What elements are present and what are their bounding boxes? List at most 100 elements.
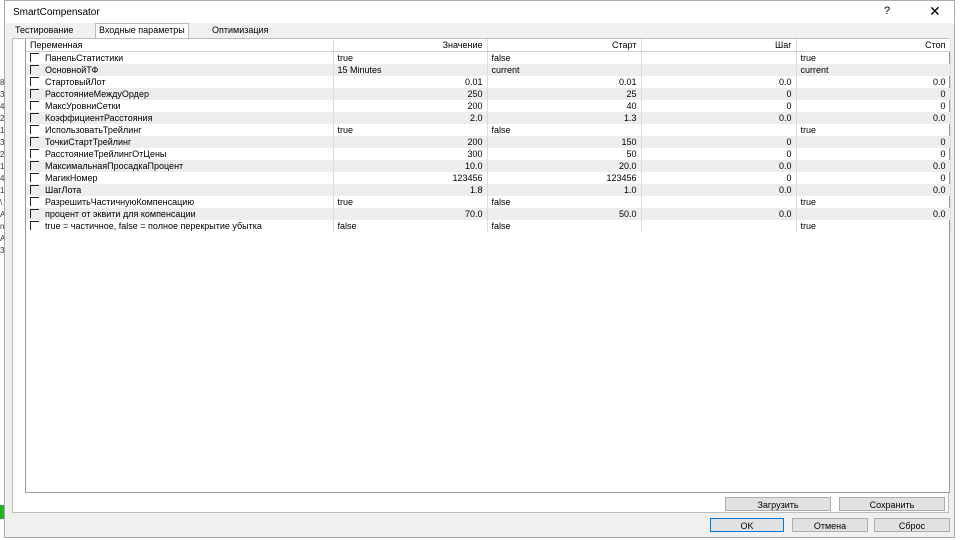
stop-cell[interactable]: 0.0 bbox=[796, 76, 951, 88]
step-cell[interactable]: 0.0 bbox=[641, 112, 797, 124]
value-cell[interactable]: 2.0 bbox=[333, 112, 488, 124]
table-row[interactable]: МаксУровниСетки 200 40 0 0 bbox=[26, 100, 951, 112]
table-row[interactable]: РазрешитьЧастичнуюКомпенсацию true false tr… bbox=[26, 196, 951, 208]
start-cell[interactable]: false bbox=[487, 220, 642, 232]
optimize-checkbox[interactable] bbox=[30, 125, 39, 134]
optimize-checkbox[interactable] bbox=[30, 197, 39, 206]
value-cell[interactable]: 123456 bbox=[333, 172, 488, 184]
start-cell[interactable]: 40 bbox=[487, 100, 642, 112]
value-cell[interactable]: 10.0 bbox=[333, 160, 488, 172]
optimize-checkbox[interactable] bbox=[30, 77, 39, 86]
column-header-variable[interactable]: Переменная bbox=[26, 39, 334, 52]
start-cell[interactable]: 123456 bbox=[487, 172, 642, 184]
tab-input-parameters[interactable]: Входные параметры bbox=[95, 23, 189, 39]
table-row[interactable]: ОсновнойТФ 15 Minutes current current bbox=[26, 64, 951, 76]
stop-cell[interactable]: 0 bbox=[796, 172, 951, 184]
optimize-checkbox[interactable] bbox=[30, 113, 39, 122]
step-cell[interactable] bbox=[641, 220, 797, 232]
table-row[interactable]: true = частичное, false = полное перекры… bbox=[26, 220, 951, 232]
save-button[interactable]: Сохранить bbox=[839, 497, 945, 511]
step-cell[interactable]: 0.0 bbox=[641, 76, 797, 88]
load-button[interactable]: Загрузить bbox=[725, 497, 831, 511]
value-cell[interactable]: true bbox=[333, 124, 488, 136]
start-cell[interactable]: 0.01 bbox=[487, 76, 642, 88]
optimize-checkbox[interactable] bbox=[30, 101, 39, 110]
optimize-checkbox[interactable] bbox=[30, 173, 39, 182]
close-icon[interactable]: ✕ bbox=[929, 3, 941, 20]
table-row[interactable]: ШагЛота 1.8 1.0 0.0 0.0 bbox=[26, 184, 951, 196]
start-cell[interactable]: 150 bbox=[487, 136, 642, 148]
tab-testing[interactable]: Тестирование bbox=[12, 24, 76, 37]
start-cell[interactable]: false bbox=[487, 196, 642, 208]
start-cell[interactable]: 1.3 bbox=[487, 112, 642, 124]
table-row[interactable]: ТочкиСтартТрейлинг 200 150 0 0 bbox=[26, 136, 951, 148]
stop-cell[interactable]: 0 bbox=[796, 136, 951, 148]
table-row[interactable]: ИспользоватьТрейлинг true false true bbox=[26, 124, 951, 136]
step-cell[interactable] bbox=[641, 64, 797, 76]
value-cell[interactable]: 300 bbox=[333, 148, 488, 160]
step-cell[interactable]: 0.0 bbox=[641, 184, 797, 196]
start-cell[interactable]: current bbox=[487, 64, 642, 76]
step-cell[interactable]: 0 bbox=[641, 136, 797, 148]
column-header-value[interactable]: Значение bbox=[333, 39, 488, 52]
step-cell[interactable]: 0.0 bbox=[641, 208, 797, 220]
start-cell[interactable]: 1.0 bbox=[487, 184, 642, 196]
value-cell[interactable]: 250 bbox=[333, 88, 488, 100]
value-cell[interactable]: 70.0 bbox=[333, 208, 488, 220]
start-cell[interactable]: false bbox=[487, 124, 642, 136]
optimize-checkbox[interactable] bbox=[30, 209, 39, 218]
value-cell[interactable]: 1.8 bbox=[333, 184, 488, 196]
cancel-button[interactable]: Отмена bbox=[792, 518, 868, 532]
step-cell[interactable]: 0 bbox=[641, 172, 797, 184]
stop-cell[interactable]: true bbox=[796, 220, 951, 232]
table-row[interactable]: КоэффициентРасстояния 2.0 1.3 0.0 0.0 bbox=[26, 112, 951, 124]
value-cell[interactable]: 200 bbox=[333, 136, 488, 148]
value-cell[interactable]: 200 bbox=[333, 100, 488, 112]
step-cell[interactable]: 0 bbox=[641, 148, 797, 160]
step-cell[interactable] bbox=[641, 196, 797, 208]
optimize-checkbox[interactable] bbox=[30, 149, 39, 158]
value-cell[interactable]: true bbox=[333, 51, 488, 64]
stop-cell[interactable]: 0 bbox=[796, 100, 951, 112]
table-row[interactable]: МаксимальнаяПросадкаПроцент 10.0 20.0 0.0 0.… bbox=[26, 160, 951, 172]
value-cell[interactable]: 0.01 bbox=[333, 76, 488, 88]
value-cell[interactable]: true bbox=[333, 196, 488, 208]
help-icon[interactable]: ? bbox=[884, 5, 890, 17]
stop-cell[interactable]: 0 bbox=[796, 88, 951, 100]
tab-optimization[interactable]: Оптимизация bbox=[209, 24, 271, 37]
stop-cell[interactable]: 0.0 bbox=[796, 208, 951, 220]
stop-cell[interactable]: true bbox=[796, 124, 951, 136]
table-row[interactable]: РасстояниеТрейлингОтЦены 300 50 0 0 bbox=[26, 148, 951, 160]
value-cell[interactable]: 15 Minutes bbox=[333, 64, 488, 76]
optimize-checkbox[interactable] bbox=[30, 185, 39, 194]
stop-cell[interactable]: true bbox=[796, 51, 951, 64]
start-cell[interactable]: 20.0 bbox=[487, 160, 642, 172]
table-row[interactable]: РасстояниеМеждуОрдер 250 25 0 0 bbox=[26, 88, 951, 100]
step-cell[interactable] bbox=[641, 124, 797, 136]
stop-cell[interactable]: 0 bbox=[796, 148, 951, 160]
value-cell[interactable]: false bbox=[333, 220, 488, 232]
optimize-checkbox[interactable] bbox=[30, 137, 39, 146]
start-cell[interactable]: false bbox=[487, 51, 642, 64]
reset-button[interactable]: Сброс bbox=[874, 518, 950, 532]
step-cell[interactable]: 0 bbox=[641, 100, 797, 112]
column-header-step[interactable]: Шаг bbox=[641, 39, 797, 52]
step-cell[interactable]: 0 bbox=[641, 88, 797, 100]
step-cell[interactable] bbox=[641, 51, 797, 64]
table-row[interactable]: СтартовыйЛот 0.01 0.01 0.0 0.0 bbox=[26, 76, 951, 88]
optimize-checkbox[interactable] bbox=[30, 161, 39, 170]
step-cell[interactable]: 0.0 bbox=[641, 160, 797, 172]
table-row[interactable]: процент от эквити для компенсации 70.0 50.… bbox=[26, 208, 951, 220]
optimize-checkbox[interactable] bbox=[30, 89, 39, 98]
column-header-start[interactable]: Старт bbox=[487, 39, 642, 52]
column-header-stop[interactable]: Стоп bbox=[796, 39, 951, 52]
optimize-checkbox[interactable] bbox=[30, 65, 39, 74]
start-cell[interactable]: 50.0 bbox=[487, 208, 642, 220]
stop-cell[interactable]: 0.0 bbox=[796, 112, 951, 124]
stop-cell[interactable]: current bbox=[796, 64, 951, 76]
table-row[interactable]: ПанельСтатистики true false true bbox=[26, 51, 951, 64]
start-cell[interactable]: 50 bbox=[487, 148, 642, 160]
start-cell[interactable]: 25 bbox=[487, 88, 642, 100]
optimize-checkbox[interactable] bbox=[30, 221, 39, 230]
ok-button[interactable]: OK bbox=[710, 518, 784, 532]
